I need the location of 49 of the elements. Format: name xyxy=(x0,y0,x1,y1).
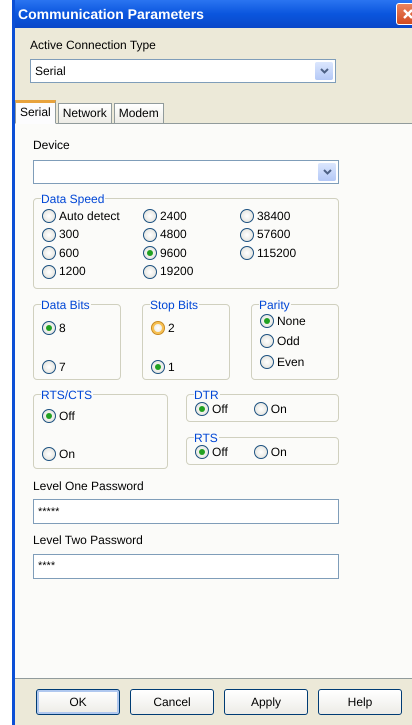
field-label: Active Connection Type xyxy=(30,38,157,52)
radio-option[interactable]: Auto detect xyxy=(42,206,143,226)
group-title: Stop Bits xyxy=(150,298,200,311)
dialog-button[interactable]: OK xyxy=(36,689,120,715)
dropdown-value: Serial xyxy=(35,64,66,79)
field-label: Level Two Password xyxy=(33,533,144,548)
tab[interactable]: Modem xyxy=(114,103,164,124)
tab[interactable]: Serial xyxy=(15,100,56,124)
group-title: RTS/CTS xyxy=(41,388,94,401)
radio-option[interactable]: 300 xyxy=(42,225,143,244)
radio-option[interactable]: 7 xyxy=(42,360,112,375)
radio-option[interactable]: On xyxy=(42,447,159,462)
radio-option[interactable]: 9600 xyxy=(143,244,240,262)
radio-option[interactable]: 1 xyxy=(151,360,221,375)
radio-option[interactable]: 38400 xyxy=(240,206,330,226)
close-icon xyxy=(402,8,412,20)
radio-option[interactable]: On xyxy=(254,444,287,460)
radio-option[interactable]: 115200 xyxy=(240,244,330,262)
radio-option[interactable]: Off xyxy=(195,444,228,460)
radio-option[interactable]: None xyxy=(260,314,330,328)
password-field[interactable]: ***** xyxy=(33,499,339,524)
radio-option[interactable]: Odd xyxy=(260,334,330,349)
radio-option[interactable]: 600 xyxy=(42,244,143,262)
password-field[interactable]: **** xyxy=(33,554,339,579)
dialog-button[interactable]: Cancel xyxy=(130,689,214,715)
device-dropdown[interactable] xyxy=(33,160,339,184)
group-title: Parity xyxy=(259,298,291,311)
dialog-button[interactable]: Apply xyxy=(224,689,308,715)
radio-option[interactable]: 1200 xyxy=(42,262,143,281)
dialog-button[interactable]: Help xyxy=(318,689,402,715)
radio-option[interactable]: 2400 xyxy=(143,206,240,226)
radio-option[interactable]: Off xyxy=(195,402,228,416)
field-label: Device xyxy=(33,138,71,153)
connection-type-dropdown[interactable]: Serial xyxy=(30,59,336,84)
radio-option[interactable]: 8 xyxy=(42,320,112,336)
radio-option[interactable]: On xyxy=(254,402,287,416)
window-title: Communication Parameters xyxy=(18,6,204,22)
radio-option[interactable]: Even xyxy=(260,354,330,369)
group-title: Data Speed xyxy=(41,192,106,205)
group-title: RTS xyxy=(194,432,219,444)
tab[interactable]: Network xyxy=(58,103,112,124)
radio-option[interactable]: Off xyxy=(42,408,159,424)
group-title: Data Bits xyxy=(41,298,91,311)
radio-option[interactable]: 57600 xyxy=(240,225,330,244)
group-title: DTR xyxy=(194,388,220,401)
radio-option[interactable]: 2 xyxy=(151,320,221,336)
field-label: Level One Password xyxy=(33,478,145,494)
radio-option[interactable]: 19200 xyxy=(143,262,240,281)
radio-option[interactable]: 4800 xyxy=(143,225,240,244)
